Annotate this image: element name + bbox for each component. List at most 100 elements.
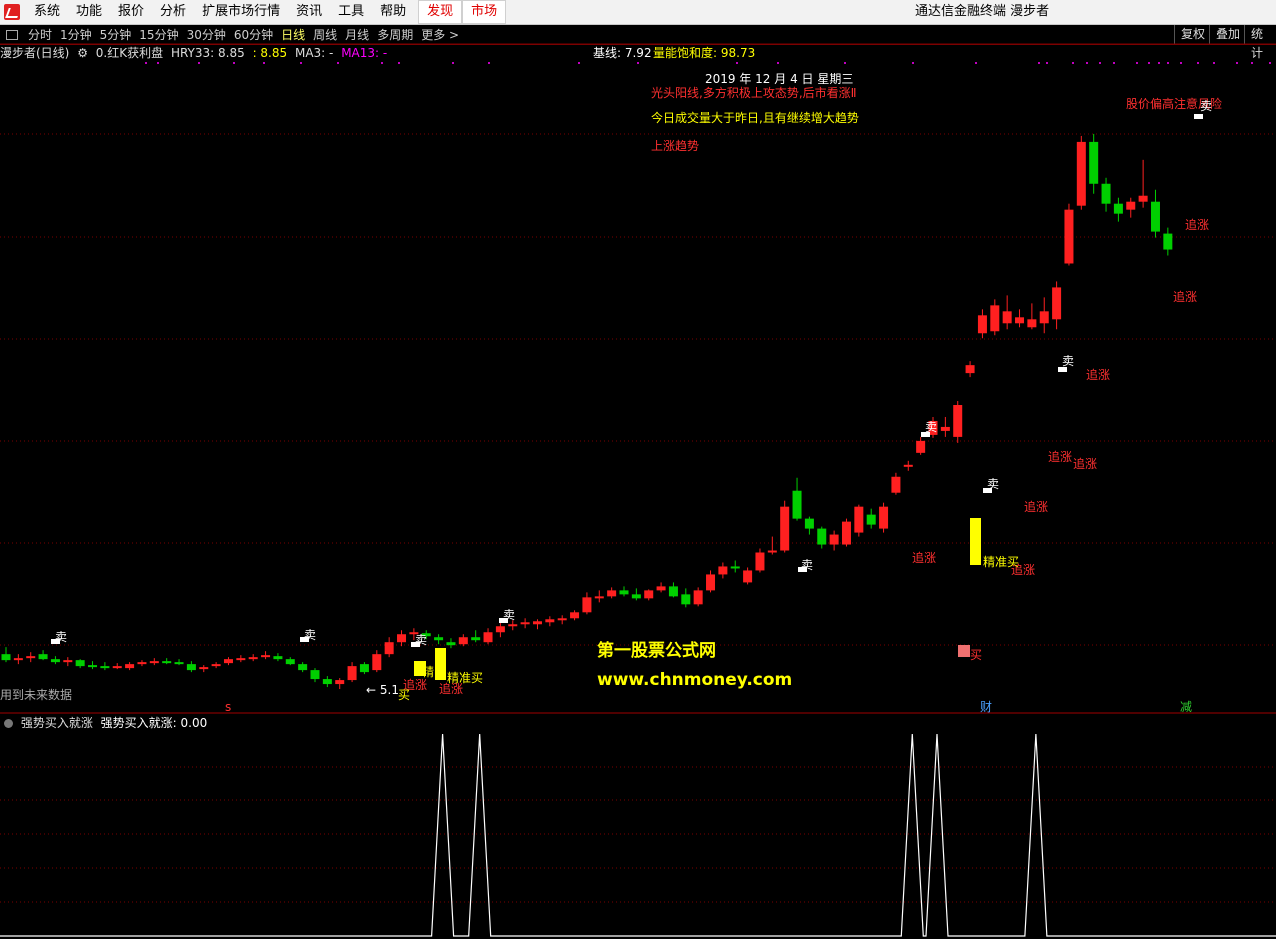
hry-value: HRY33: 8.85 [170,46,245,60]
candle-body [841,521,851,545]
candle-body [495,626,505,633]
indicator-dot [157,62,159,64]
candle-body [767,550,777,553]
candle-body [1027,319,1037,328]
candle-body [223,659,233,664]
indicator-dot [1197,62,1199,64]
sub-formula-name[interactable]: 强势买入就涨 [21,716,93,730]
candle-body [248,657,258,660]
candle-body [557,618,567,621]
indicator-dot [1251,62,1253,64]
candle-body [953,405,963,437]
indicator-dot [1269,62,1271,64]
indicator-dot [1180,62,1182,64]
stock-name[interactable]: 漫步者(日线) [0,46,69,60]
candle-body [100,666,110,669]
sell-label: 卖 [1062,354,1075,368]
candle-body [199,667,209,670]
indicator-dot [975,62,977,64]
candle-body [1126,201,1136,210]
ma3-value: MA3: - [294,46,334,60]
candle-body [879,506,889,529]
chase-label: 追涨 [1073,457,1098,471]
precise-buy-label: 精准买 [447,671,484,685]
candle-body [322,679,332,685]
candle-body [965,365,975,374]
candle-body [656,586,666,591]
candle-body [211,664,221,667]
saturation-value: 量能饱和度: 98.73 [653,46,756,60]
chase-label: 追涨 [1048,450,1073,464]
candle-body [582,597,592,613]
candle-body [866,514,876,525]
indicator-dot [1236,62,1238,64]
candle-body [706,574,716,591]
candle-body [63,660,73,663]
formula-settings-icon[interactable]: ⚙ [77,46,88,60]
watermark-url: www.chnmoney.com [597,670,793,690]
candle-body [607,590,617,597]
event-marker-reduce[interactable]: 减 [1180,700,1192,714]
candle-body [1163,233,1173,250]
formula-name[interactable]: 0.红K获利盘 [96,46,163,60]
candle-body [743,570,753,583]
candle-body [149,661,159,664]
chase-label: 追涨 [1185,218,1210,232]
candle-body [730,566,740,569]
signal-line [0,733,1276,937]
indicator-dot [777,62,779,64]
buy-label: 买 [970,648,983,662]
candle-body [372,654,382,671]
indicator-dot [844,62,846,64]
indicator-dot [1038,62,1040,64]
candle-body [285,659,295,665]
event-marker-finance[interactable]: 财 [980,700,992,714]
candle-body [88,665,98,668]
indicator-dot [300,62,302,64]
indicator-dot [263,62,265,64]
candle-body [1101,183,1111,204]
candle-body [532,621,542,625]
candle-body [1,654,11,661]
current-date: 2019 年 12 月 4 日 星期三 [705,72,854,86]
candle-body [38,654,48,660]
trend-message: 上涨趋势 [651,139,700,153]
indicator-dot [233,62,235,64]
candle-body [1150,201,1160,232]
indicator-dot [1213,62,1215,64]
val2-value: : 8.85 [252,46,288,60]
indicator-dot [1099,62,1101,64]
indicator-dot [1158,62,1160,64]
candle-body [977,315,987,334]
candle-body [644,590,654,599]
candle-body [125,664,135,669]
candle-body [13,658,23,661]
indicator-dot [578,62,580,64]
candle-body [310,670,320,680]
candle-body [693,590,703,605]
indicator-dot [1072,62,1074,64]
candle-body [1138,195,1148,202]
event-marker-s[interactable]: s [225,700,231,714]
indicator-dot [381,62,383,64]
candle-body [137,662,147,665]
candle-body [891,476,901,493]
candle-body [619,590,629,595]
candle-body [829,534,839,545]
indicator-dot [637,62,639,64]
sell-label: 卖 [801,558,814,572]
precise-label: 精 [422,665,435,679]
sell-label: 卖 [503,608,516,622]
sell-label: 卖 [987,477,1000,491]
candle-body [1089,141,1099,184]
chase-label: 追涨 [1173,290,1198,304]
base-line-value: 基线: 7.92 [593,46,652,60]
candle-body [780,506,790,551]
future-data-warning: 用到未来数据 [0,688,73,702]
indicator-dot [1136,62,1138,64]
candle-body [359,664,369,673]
sub-formula-settings-icon[interactable] [4,719,13,728]
signal-candle [435,648,446,680]
candle-body [471,637,481,641]
indicator-dot [337,62,339,64]
